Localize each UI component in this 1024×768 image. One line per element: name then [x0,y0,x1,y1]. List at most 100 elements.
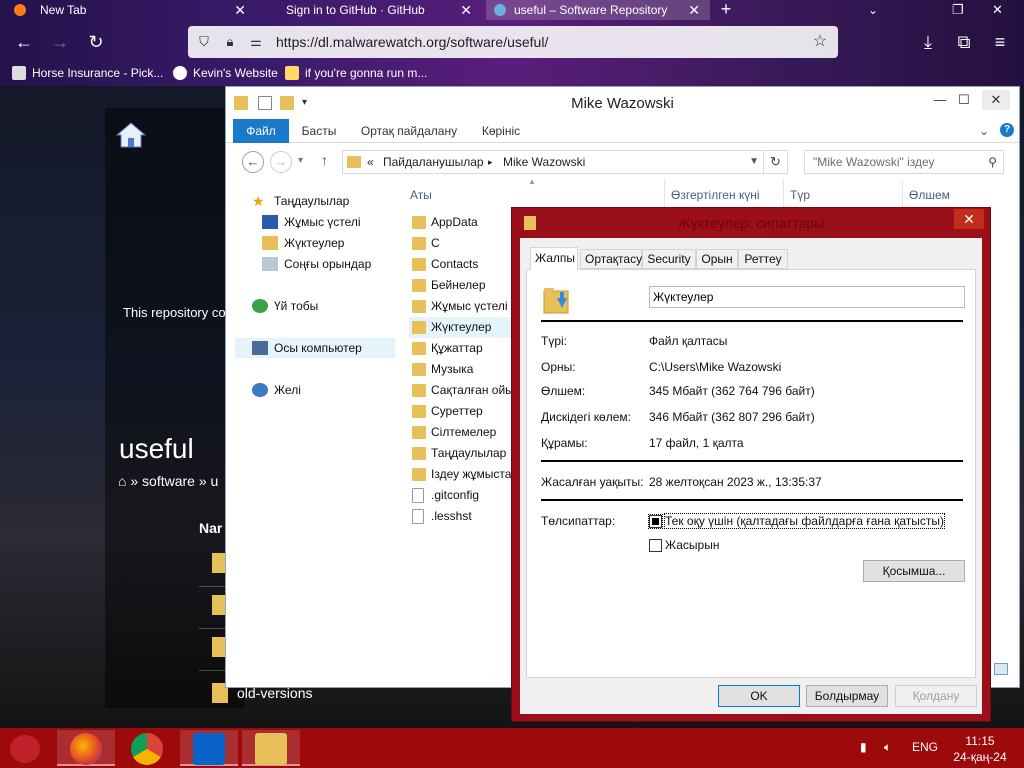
back-icon[interactable]: ← [12,30,36,54]
network-tray-icon[interactable]: ▮ [860,740,867,754]
browser-tab[interactable]: New Tab ✕ [0,0,256,20]
tab-sharing[interactable]: Ортақтасу [580,249,642,269]
file-row[interactable]: Жұмыс үстелі [409,296,519,317]
search-input[interactable]: "Mike Wazowski" іздеу ⚲ [804,150,1004,174]
recent-locations-icon[interactable]: ▾ [298,155,303,166]
downloads-icon[interactable]: ⤓ [916,30,940,54]
address-overflow[interactable]: « [367,151,374,173]
ok-button[interactable]: OK [718,685,800,707]
file-row[interactable]: C [409,233,519,254]
nav-this-pc[interactable]: Осы компьютер [235,338,395,358]
name-column-header[interactable]: Nar [199,520,222,536]
breadcrumb-text[interactable]: » software » u [130,473,218,489]
apply-button[interactable]: Қолдану [895,685,977,707]
back-button[interactable]: ← [242,151,264,173]
close-tab-icon[interactable]: ✕ [688,0,700,20]
hidden-checkbox[interactable]: Жасырын [649,538,719,554]
home-crumb-icon[interactable]: ⌂ [118,473,126,489]
column-size[interactable]: Өлшем [909,185,950,205]
nav-network[interactable]: Желі [252,380,301,400]
file-row[interactable]: Суреттер [409,401,519,422]
reload-icon[interactable]: ↻ [84,30,108,54]
crumb-separator-icon[interactable]: ▸ [488,151,493,173]
taskbar-explorer[interactable] [242,730,300,766]
lock-icon[interactable]: 🔒︎ [222,34,238,50]
list-tabs-icon[interactable]: ⌄ [868,0,878,20]
taskbar-outlook[interactable] [180,730,238,766]
tab-view[interactable]: Көрініс [474,119,528,143]
readonly-checkbox[interactable]: Тек оқу үшін (қалтадағы файлдарға ғана қ… [648,513,945,530]
nav-recent-places[interactable]: Соңғы орындар [262,254,371,274]
close-tab-icon[interactable]: ✕ [460,0,472,20]
home-icon[interactable] [115,121,147,149]
menu-icon[interactable]: ≡ [988,30,1012,54]
close-button[interactable]: ✕ [954,209,984,229]
tab-share[interactable]: Ортақ пайдалану [354,119,464,143]
file-row-selected[interactable]: Жүктеулер [409,317,519,338]
file-row[interactable]: Таңдаулылар [409,443,519,464]
volume-muted-icon[interactable]: 🔈︎ [884,740,891,755]
bookmark-item[interactable]: Horse Insurance - Pick... [12,64,163,82]
start-button[interactable] [10,735,40,763]
bookmark-item[interactable]: if you're gonna run m... [285,64,427,82]
checkbox-box[interactable] [648,514,663,529]
forward-icon[interactable]: → [48,30,72,54]
clock[interactable]: 11:15 24-қаң-24 [948,733,1012,765]
address-dropdown-icon[interactable]: ▼ [749,151,759,173]
tab-customize[interactable]: Реттеу [738,249,788,269]
shield-icon[interactable]: ⛉ [196,34,212,50]
folder-name-input[interactable]: Жүктеулер [649,286,965,308]
browser-tab[interactable]: Sign in to GitHub · GitHub ✕ [262,0,482,20]
search-icon[interactable]: ⚲ [988,151,997,173]
column-name[interactable]: Аты [410,185,432,205]
forward-button[interactable]: → [270,151,292,173]
nav-homegroup[interactable]: Үй тобы [252,296,318,316]
maximize-button[interactable]: ☐ [950,90,978,110]
refresh-icon[interactable]: ↻ [763,151,787,173]
advanced-button[interactable]: Қосымша... [863,560,965,582]
file-row[interactable]: Құжаттар [409,338,519,359]
nav-downloads[interactable]: Жүктеулер [262,233,344,253]
file-row[interactable]: Музыка [409,359,519,380]
close-tab-icon[interactable]: ✕ [234,0,246,20]
nav-desktop[interactable]: Жұмыс үстелі [262,212,361,232]
details-view-icon[interactable] [994,663,1008,675]
file-row[interactable]: AppData [409,212,519,233]
tab-security[interactable]: Security [642,249,696,269]
bookmark-star-icon[interactable]: ☆ [812,34,828,50]
file-row[interactable]: Сілтемелер [409,422,519,443]
taskbar-chrome[interactable] [118,730,176,766]
file-row[interactable]: .gitconfig [409,485,519,506]
nav-favorites[interactable]: ★ Таңдаулылар [252,191,349,211]
tab-file[interactable]: Файл [233,119,289,143]
file-row[interactable]: Бейнелер [409,275,519,296]
close-window-icon[interactable]: ✕ [992,0,1003,20]
new-tab-button[interactable]: + [717,0,735,20]
column-date-modified[interactable]: Өзгертілген күні [671,185,760,205]
restore-icon[interactable]: ❐ [952,0,964,20]
crumb-user[interactable]: Mike Wazowski [503,151,585,173]
expand-ribbon-icon[interactable]: ⌄ [976,123,992,139]
input-language[interactable]: ENG [912,740,938,754]
close-button[interactable]: ✕ [982,90,1010,110]
permissions-icon[interactable]: ⚌ [248,34,264,50]
address-bar[interactable]: « Пайдаланушылар ▸ Mike Wazowski ▼ ↻ [342,150,788,174]
file-row[interactable]: Іздеу жұмыстар [409,464,519,485]
url-text[interactable]: https://dl.malwarewatch.org/software/use… [276,26,548,58]
bookmark-item[interactable]: Kevin's Website [173,64,278,82]
taskbar-firefox[interactable] [57,730,115,766]
tab-location[interactable]: Орын [696,249,738,269]
tab-home[interactable]: Басты [294,119,344,143]
column-type[interactable]: Түр [790,185,810,205]
file-row[interactable]: Сақталған ойы [409,380,519,401]
file-row[interactable]: Contacts [409,254,519,275]
file-row[interactable]: .lesshst [409,506,519,527]
help-icon[interactable]: ? [1000,123,1014,137]
checkbox-box[interactable] [649,539,662,552]
extensions-icon[interactable]: ⧉ [952,30,976,54]
tab-general[interactable]: Жалпы [530,247,578,270]
url-bar[interactable]: ⛉ 🔒︎ ⚌ https://dl.malwarewatch.org/softw… [188,26,838,58]
browser-tab-active[interactable]: useful – Software Repository ✕ [486,0,710,20]
up-arrow-icon[interactable]: ↑ [321,152,328,168]
cancel-button[interactable]: Болдырмау [806,685,888,707]
